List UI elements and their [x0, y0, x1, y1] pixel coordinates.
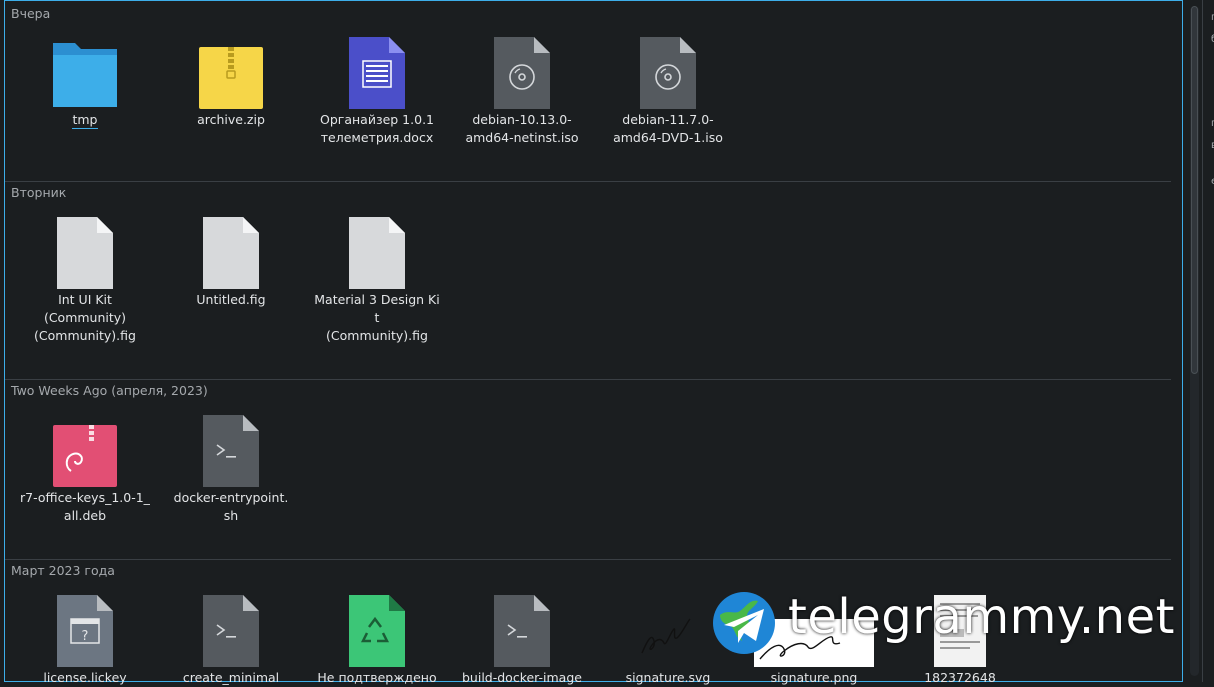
file-item-int-ui-kit[interactable]: Int UI Kit (Community) (Community).fig	[20, 211, 150, 345]
disc-image-icon	[482, 31, 562, 111]
side-panel-clipped: п б п в е	[1202, 0, 1214, 682]
file-item-debian-11-iso[interactable]: debian-11.7.0- amd64-DVD-1.iso	[603, 31, 733, 147]
shell-script-icon	[482, 589, 562, 669]
folder-icon	[45, 31, 125, 111]
shell-script-icon	[191, 409, 271, 489]
signature-thumbnail-icon	[628, 589, 708, 669]
file-label: Material 3 Design Kit (Community).fig	[314, 292, 440, 343]
file-label: license.lickey	[43, 670, 127, 685]
file-item-create-minimal[interactable]: create_minimal	[166, 589, 296, 687]
file-label: signature.svg	[625, 670, 711, 685]
file-label: r7-office-keys_1.0-1_ all.deb	[20, 490, 150, 523]
file-label: tmp	[72, 112, 98, 129]
document-icon	[337, 31, 417, 111]
file-label: Untitled.fig	[196, 292, 266, 307]
blank-file-icon	[337, 211, 417, 291]
group-header-yesterday: Вчера	[11, 6, 51, 21]
scrollbar-thumb[interactable]	[1191, 6, 1198, 374]
file-item-license-lickey[interactable]: ? license.lickey	[20, 589, 150, 687]
svg-text:?: ?	[82, 629, 89, 644]
file-label: create_minimal	[182, 670, 280, 685]
group-separator	[5, 559, 1171, 560]
file-label: debian-10.13.0- amd64-netinst.iso	[465, 112, 579, 145]
debian-package-icon	[45, 409, 125, 489]
watermark: telegrammy.net	[710, 587, 1200, 667]
file-label: build-docker-image	[462, 670, 582, 685]
shell-script-icon	[191, 589, 271, 669]
group-separator	[5, 181, 1171, 182]
file-item-build-docker-image[interactable]: build-docker-image	[457, 589, 587, 687]
file-label: Не подтверждено	[317, 670, 437, 685]
disc-image-icon	[628, 31, 708, 111]
watermark-text: telegrammy.net	[788, 589, 1175, 645]
file-item-material-3-kit[interactable]: Material 3 Design Kit (Community).fig	[312, 211, 442, 345]
file-item-docker-entrypoint[interactable]: docker-entrypoint. sh	[166, 409, 296, 525]
file-label: debian-11.7.0- amd64-DVD-1.iso	[613, 112, 723, 145]
blank-file-icon	[191, 211, 271, 291]
file-item-organizer-docx[interactable]: Органайзер 1.0.1 телеметрия.docx	[312, 31, 442, 147]
unknown-file-icon: ?	[45, 589, 125, 669]
file-label: signature.png	[770, 670, 858, 685]
zip-archive-icon	[191, 31, 271, 111]
file-item-debian-10-iso[interactable]: debian-10.13.0- amd64-netinst.iso	[457, 31, 587, 147]
telegram-globe-icon	[713, 592, 775, 654]
file-view[interactable]: Вчера tmp archive.zip Органайзер 1.0.1 т…	[4, 0, 1183, 685]
vertical-scrollbar[interactable]	[1190, 6, 1199, 676]
group-header-tuesday: Вторник	[11, 185, 67, 200]
file-label: Int UI Kit (Community) (Community).fig	[34, 292, 136, 343]
blank-file-icon	[45, 211, 125, 291]
file-label: archive.zip	[197, 112, 265, 127]
group-separator	[5, 379, 1171, 380]
recycle-file-icon	[337, 589, 417, 669]
file-label: Органайзер 1.0.1 телеметрия.docx	[319, 112, 434, 145]
file-item-unconfirmed[interactable]: Не подтверждено	[312, 589, 442, 687]
group-header-march-2023: Март 2023 года	[11, 563, 115, 578]
file-item-untitled-fig[interactable]: Untitled.fig	[166, 211, 296, 309]
file-label: 182372648	[924, 670, 996, 685]
group-header-two-weeks-ago: Two Weeks Ago (апреля, 2023)	[11, 383, 208, 398]
file-item-archive-zip[interactable]: archive.zip	[166, 31, 296, 129]
file-item-tmp[interactable]: tmp	[20, 31, 150, 129]
file-label: docker-entrypoint. sh	[173, 490, 289, 523]
file-item-r7-office-deb[interactable]: r7-office-keys_1.0-1_ all.deb	[20, 409, 150, 525]
